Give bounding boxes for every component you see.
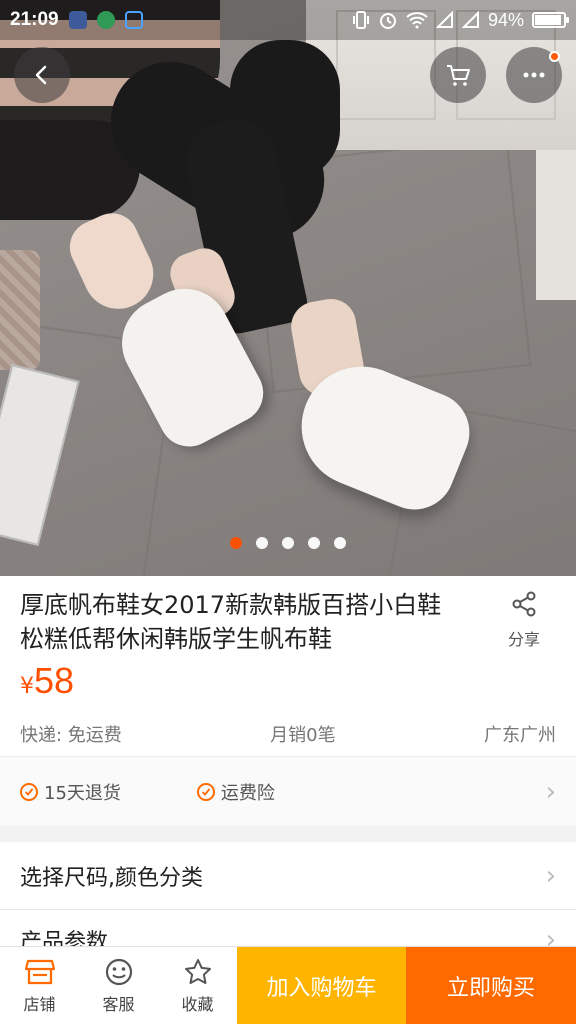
bottom-action-bar: 店铺 客服 收藏 加入购物车 立即购买: [0, 946, 576, 1024]
share-icon: [512, 591, 536, 617]
cart-button[interactable]: [430, 47, 486, 103]
product-title-line2: 松糕低帮休闲韩版学生帆布鞋: [20, 625, 332, 653]
app-icon: [96, 11, 115, 29]
more-button[interactable]: [506, 47, 562, 103]
chevron-right-icon: ›: [545, 776, 556, 807]
service-item: 15天退货: [20, 779, 121, 805]
check-circle-icon: [20, 782, 38, 801]
image-pager: [230, 537, 346, 549]
check-circle-icon: [196, 782, 215, 801]
product-title-line1: 厚底帆布鞋女2017新款韩版百搭小白鞋: [20, 591, 442, 619]
wifi-icon: [406, 12, 428, 29]
pager-dot: [308, 537, 320, 549]
product-title: 厚底帆布鞋女2017新款韩版百搭小白鞋 松糕低帮休闲韩版学生帆布鞋: [20, 588, 480, 656]
pager-dot: [334, 537, 346, 549]
location: 广东广州: [484, 725, 556, 746]
select-options-row[interactable]: 选择尺码,颜色分类 ›: [0, 842, 576, 910]
more-icon: [523, 72, 545, 78]
favorite-button[interactable]: 收藏: [158, 947, 237, 1024]
shield-icon: [68, 11, 87, 29]
scan-icon: [124, 11, 143, 29]
shop-button[interactable]: 店铺: [0, 947, 79, 1024]
status-bar: 21:09 94%: [0, 0, 576, 40]
product-meta: 快递: 免运费 月销0笔 广东广州: [20, 721, 556, 747]
battery-percent: 94%: [487, 9, 524, 30]
door-frame: [536, 150, 576, 300]
share-label: 分享: [507, 630, 540, 649]
favorite-label: 收藏: [181, 994, 214, 1014]
star-icon: [184, 958, 211, 984]
service-label: 客服: [102, 994, 135, 1014]
share-button[interactable]: 分享: [504, 590, 544, 650]
price-value: 58: [34, 660, 75, 701]
service-item: 运费险: [196, 779, 275, 805]
vibrate-icon: [352, 11, 369, 29]
product-info: 厚底帆布鞋女2017新款韩版百搭小白鞋 松糕低帮休闲韩版学生帆布鞋 分享 ¥58…: [0, 576, 576, 826]
notification-dot: [549, 51, 560, 62]
product-image-carousel[interactable]: [0, 0, 576, 576]
service-return: 15天退货: [44, 782, 121, 804]
pager-dot: [282, 537, 294, 549]
shop-icon: [24, 959, 55, 984]
pager-dot: [256, 537, 268, 549]
buy-now-button[interactable]: 立即购买: [406, 947, 576, 1024]
battery-icon: [532, 12, 569, 28]
price-currency: ¥: [20, 674, 34, 699]
chevron-right-icon: ›: [545, 860, 556, 891]
shop-label: 店铺: [23, 994, 56, 1014]
services-row[interactable]: 15天退货 运费险 ›: [0, 756, 576, 826]
smiley-icon: [105, 958, 132, 985]
monthly-sales: 月销0笔: [270, 725, 336, 746]
signal-icon-2: [461, 11, 479, 28]
chevron-left-icon: [35, 65, 47, 85]
basket: [0, 250, 40, 370]
cart-icon: [447, 65, 470, 86]
back-button[interactable]: [14, 47, 70, 103]
alarm-icon: [379, 13, 396, 29]
signal-icon: [435, 11, 453, 28]
pager-dot: [230, 537, 242, 549]
select-options-label: 选择尺码,颜色分类: [20, 865, 203, 891]
battery-fill: [535, 15, 562, 25]
shipping-info: 快递: 免运费: [20, 725, 122, 746]
customer-service-button[interactable]: 客服: [79, 947, 158, 1024]
status-time: 21:09: [10, 9, 59, 30]
price: ¥58: [20, 660, 74, 702]
add-to-cart-button[interactable]: 加入购物车: [237, 947, 406, 1024]
service-insurance: 运费险: [220, 782, 275, 804]
